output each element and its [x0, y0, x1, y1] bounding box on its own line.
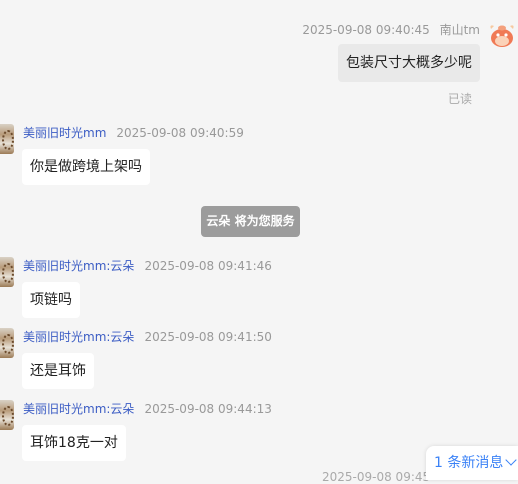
message-meta: 美丽旧时光mm 2025-09-08 09:40:59 [23, 125, 244, 141]
read-status: 已读 [447, 92, 472, 106]
contact-avatar[interactable] [0, 124, 14, 154]
self-message: 2025-09-08 09:40:45 南山tm 包装尺寸大概多少呢 [0, 20, 518, 110]
next-timestamp: 2025-09-08 09:45 [322, 470, 431, 484]
message-timestamp: 2025-09-08 09:40:59 [116, 126, 244, 140]
system-notice: 云朵 将为您服务 [201, 206, 300, 237]
message-bubble[interactable]: 耳饰18克一对 [22, 425, 126, 461]
self-timestamp: 2025-09-08 09:40:45 [302, 23, 430, 37]
sender-name[interactable]: 美丽旧时光mm:云朵 [23, 330, 134, 344]
message-timestamp: 2025-09-08 09:44:13 [144, 402, 272, 416]
contact-avatar[interactable] [0, 400, 14, 430]
sender-name[interactable]: 美丽旧时光mm:云朵 [23, 402, 134, 416]
self-meta: 2025-09-08 09:40:45 南山tm [302, 22, 480, 38]
message-timestamp: 2025-09-08 09:41:46 [144, 259, 272, 273]
sender-name[interactable]: 美丽旧时光mm [23, 126, 106, 140]
sender-name[interactable]: 美丽旧时光mm:云朵 [23, 259, 134, 273]
self-name: 南山tm [439, 23, 480, 37]
message-meta: 美丽旧时光mm:云朵 2025-09-08 09:44:13 [23, 401, 272, 417]
contact-avatar[interactable] [0, 328, 14, 358]
message-bubble[interactable]: 项链吗 [22, 282, 80, 318]
new-messages-button[interactable]: 1 条新消息 [426, 446, 518, 480]
message-meta: 美丽旧时光mm:云朵 2025-09-08 09:41:50 [23, 329, 272, 345]
self-bubble[interactable]: 包装尺寸大概多少呢 [338, 44, 480, 82]
message-row: 美丽旧时光mm:云朵 2025-09-08 09:41:46 项链吗 [0, 257, 518, 321]
message-row: 美丽旧时光mm 2025-09-08 09:40:59 你是做跨境上架吗 [0, 124, 518, 188]
message-bubble[interactable]: 你是做跨境上架吗 [22, 149, 150, 185]
contact-avatar[interactable] [0, 257, 14, 287]
message-row: 美丽旧时光mm:云朵 2025-09-08 09:41:50 还是耳饰 [0, 328, 518, 392]
chevron-down-icon [505, 454, 518, 466]
cow-avatar-icon[interactable] [488, 20, 516, 48]
message-bubble[interactable]: 还是耳饰 [22, 353, 94, 389]
message-meta: 美丽旧时光mm:云朵 2025-09-08 09:41:46 [23, 258, 272, 274]
message-timestamp: 2025-09-08 09:41:50 [144, 330, 272, 344]
new-messages-label: 1 条新消息 [434, 455, 504, 471]
